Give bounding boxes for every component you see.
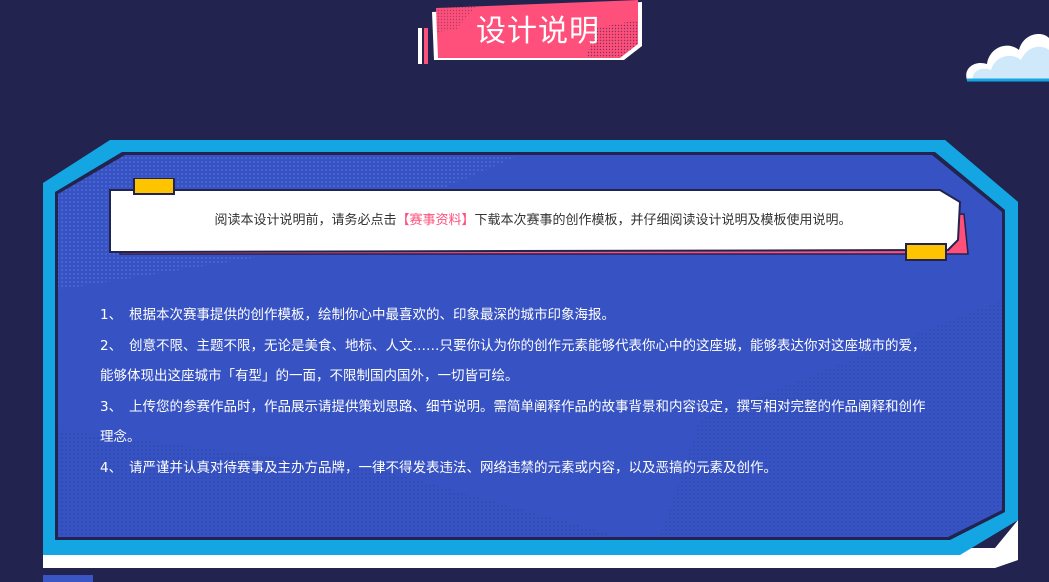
rules-list: 1、 根据本次赛事提供的创作模板，绘制你心中最喜欢的、印象最深的城市印象海报。 2…: [100, 300, 970, 483]
rule-number: 2、: [100, 337, 123, 354]
notice-text-after: 下载本次赛事的创作模板，并仔细阅读设计说明及模板使用说明。: [474, 213, 852, 228]
bottom-tab: [43, 575, 93, 582]
list-item-continuation: 能够体现出这座城市「有型」的一面，不限制国内国外，一切皆可绘。: [100, 368, 519, 384]
list-item: 2、 创意不限、主题不限，无论是美食、地标、人文……只要你认为你的创作元素能够代表…: [100, 331, 970, 362]
notice-text-before: 阅读本设计说明前，请务必点击: [214, 213, 397, 228]
cloud-icon: [966, 34, 1049, 82]
rule-number: 4、: [100, 459, 123, 476]
rule-text: 创意不限、主题不限，无论是美食、地标、人文……只要你认为你的创作元素能够代表你心…: [129, 337, 926, 354]
list-item: 4、 请严谨并认真对待赛事及主办方品牌，一律不得发表违法、网络违禁的元素或内容，以…: [100, 453, 970, 484]
notice-box: 阅读本设计说明前，请务必点击【赛事资料】下载本次赛事的创作模板，并仔细阅读设计说…: [108, 178, 969, 261]
section-title-banner: 设计说明: [416, 0, 648, 66]
resource-link[interactable]: 【赛事资料】: [396, 213, 474, 228]
page-title: 设计说明: [476, 14, 600, 49]
rules-panel: [43, 140, 1018, 568]
rule-number: 3、: [100, 398, 123, 415]
rule-number: 1、: [100, 307, 123, 323]
notice-text: 阅读本设计说明前，请务必点击【赛事资料】下载本次赛事的创作模板，并仔细阅读设计说…: [108, 190, 958, 252]
rule-text: 请严谨并认真对待赛事及主办方品牌，一律不得发表违法、网络违禁的元素或内容，以及恶…: [129, 459, 777, 476]
list-item: 3、 上传您的参赛作品时，作品展示请提供策划思路、细节说明。需简单阐释作品的故事背…: [100, 392, 970, 423]
rule-text: 根据本次赛事提供的创作模板，绘制你心中最喜欢的、印象最深的城市印象海报。: [129, 307, 615, 323]
list-item-continuation: 理念。: [100, 429, 141, 445]
list-item: 1、 根据本次赛事提供的创作模板，绘制你心中最喜欢的、印象最深的城市印象海报。: [100, 300, 970, 331]
rule-text: 上传您的参赛作品时，作品展示请提供策划思路、细节说明。需简单阐释作品的故事背景和…: [129, 398, 926, 415]
